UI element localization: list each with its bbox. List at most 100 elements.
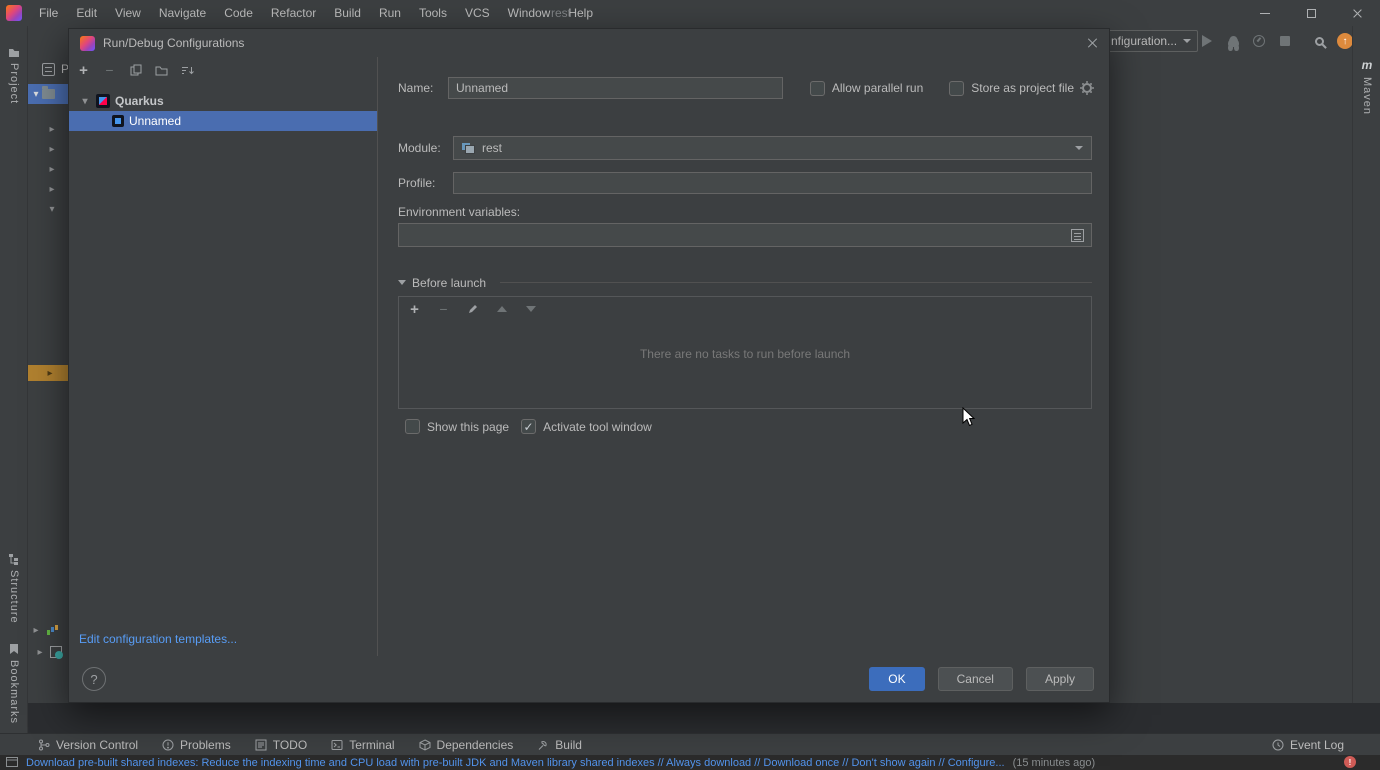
- tree-row[interactable]: ▸: [46, 164, 68, 175]
- menu-run[interactable]: Run: [370, 0, 410, 26]
- sort-icon: [181, 65, 194, 76]
- debug-icon: [1229, 36, 1238, 47]
- tab-todo[interactable]: TODO: [243, 734, 319, 756]
- menu-tools[interactable]: Tools: [410, 0, 456, 26]
- edit-configuration-templates-link[interactable]: Edit configuration templates...: [79, 632, 237, 646]
- activate-tool-window-checkbox[interactable]: Activate tool window: [521, 419, 652, 434]
- project-view-header[interactable]: Pr: [42, 62, 68, 76]
- menu-refactor[interactable]: Refactor: [262, 0, 325, 26]
- project-icon: [8, 46, 20, 58]
- editor-background-strip: [28, 703, 1380, 733]
- run-configuration-combo-label: nfiguration...: [1111, 34, 1177, 48]
- tree-row[interactable]: ▸: [46, 124, 68, 135]
- menu-vcs[interactable]: VCS: [456, 0, 499, 26]
- tab-dependencies[interactable]: Dependencies: [407, 734, 526, 756]
- tab-terminal[interactable]: Terminal: [319, 734, 406, 756]
- minimize-icon: [1260, 13, 1270, 14]
- cancel-button[interactable]: Cancel: [938, 667, 1013, 691]
- tab-label: Version Control: [56, 738, 138, 752]
- page-options-row: Show this page Activate tool window: [398, 419, 1092, 434]
- help-button[interactable]: ?: [82, 667, 106, 691]
- maximize-button[interactable]: [1288, 0, 1334, 26]
- menu-navigate[interactable]: Navigate: [150, 0, 215, 26]
- show-this-page-checkbox[interactable]: Show this page: [405, 419, 509, 434]
- close-icon: [1352, 8, 1363, 19]
- new-folder-button[interactable]: [155, 65, 168, 76]
- minus-icon: −: [105, 63, 113, 77]
- stop-button[interactable]: [1277, 33, 1293, 49]
- status-message-link[interactable]: Download pre-built shared indexes: Reduc…: [26, 757, 1005, 769]
- gear-icon[interactable]: [1082, 83, 1092, 93]
- debug-button[interactable]: [1225, 33, 1241, 49]
- menu-file[interactable]: File: [30, 0, 67, 26]
- sort-configurations-button[interactable]: [181, 65, 194, 76]
- menu-code[interactable]: Code: [215, 0, 262, 26]
- browse-variables-icon[interactable]: [1071, 229, 1084, 242]
- tab-event-log[interactable]: Event Log: [1260, 734, 1356, 756]
- before-launch-label: Before launch: [412, 276, 486, 290]
- search-everywhere-button[interactable]: [1311, 33, 1327, 49]
- apply-button[interactable]: Apply: [1026, 667, 1094, 691]
- tree-group-quarkus[interactable]: ▾ Quarkus: [69, 91, 377, 111]
- menu-build[interactable]: Build: [325, 0, 370, 26]
- profile-input[interactable]: [453, 172, 1092, 194]
- chevron-right-icon: ▸: [34, 647, 46, 658]
- before-launch-tasks-panel: + − There are no tasks to run before lau…: [398, 296, 1092, 409]
- tab-problems[interactable]: Problems: [150, 734, 243, 756]
- add-configuration-button[interactable]: +: [77, 63, 90, 78]
- tree-row[interactable]: ▸: [46, 184, 68, 195]
- update-notification-button[interactable]: [1337, 33, 1353, 49]
- before-launch-header[interactable]: Before launch: [398, 275, 1092, 290]
- bars-icon: [46, 624, 59, 636]
- add-task-button[interactable]: +: [408, 302, 421, 317]
- edit-task-button[interactable]: [466, 303, 479, 315]
- fatal-error-icon[interactable]: [1344, 756, 1356, 768]
- tree-group-label: Quarkus: [115, 94, 164, 108]
- environment-variables-input[interactable]: [406, 228, 1071, 242]
- run-button[interactable]: [1199, 33, 1215, 49]
- move-task-up-button[interactable]: [495, 306, 508, 312]
- terminal-icon: [331, 739, 343, 751]
- tree-row[interactable]: ▸: [28, 624, 68, 636]
- tab-build[interactable]: Build: [525, 734, 594, 756]
- store-as-project-file-checkbox[interactable]: Store as project file: [949, 81, 1074, 96]
- status-message-time: (15 minutes ago): [1013, 757, 1096, 769]
- profiler-button[interactable]: [1251, 33, 1267, 49]
- remove-configuration-button[interactable]: −: [103, 63, 116, 77]
- copy-configuration-button[interactable]: [129, 64, 142, 76]
- event-log-icon: [1272, 739, 1284, 751]
- tree-row[interactable]: ▸: [28, 646, 68, 658]
- structure-stripe-label: Structure: [8, 570, 20, 624]
- run-configuration-combo[interactable]: nfiguration...: [1098, 30, 1198, 52]
- profile-row: Profile:: [398, 172, 1092, 194]
- stop-icon: [1280, 36, 1290, 46]
- move-task-down-button[interactable]: [524, 306, 537, 312]
- project-stripe-label: Project: [8, 63, 20, 104]
- dialog-close-button[interactable]: [1086, 37, 1098, 49]
- status-message-bar: Download pre-built shared indexes: Reduc…: [0, 755, 1380, 770]
- close-window-button[interactable]: [1334, 0, 1380, 26]
- remove-task-button[interactable]: −: [437, 302, 450, 316]
- tree-row-selected[interactable]: ▾: [28, 84, 68, 104]
- tool-window-maven[interactable]: m Maven: [1353, 58, 1380, 115]
- store-as-project-file-label: Store as project file: [971, 81, 1074, 95]
- tool-window-bookmarks[interactable]: Bookmarks: [0, 643, 28, 724]
- tree-row-highlighted[interactable]: ▸: [28, 365, 68, 381]
- tab-version-control[interactable]: Version Control: [26, 734, 150, 756]
- structure-icon: [8, 553, 20, 565]
- allow-parallel-run-checkbox[interactable]: Allow parallel run: [810, 81, 923, 96]
- minimize-button[interactable]: [1242, 0, 1288, 26]
- menu-view[interactable]: View: [106, 0, 150, 26]
- menu-edit[interactable]: Edit: [67, 0, 106, 26]
- name-input[interactable]: [448, 77, 783, 99]
- problems-icon: [162, 739, 174, 751]
- module-dropdown[interactable]: rest: [453, 136, 1092, 160]
- ok-button[interactable]: OK: [869, 667, 924, 691]
- environment-variables-label: Environment variables:: [398, 205, 520, 219]
- tool-window-structure[interactable]: Structure: [0, 553, 28, 624]
- tree-row[interactable]: ▸: [46, 144, 68, 155]
- mouse-cursor: [962, 407, 976, 427]
- tree-row[interactable]: ▾: [46, 204, 68, 215]
- tree-item-unnamed-selected[interactable]: Unnamed: [69, 111, 377, 131]
- tool-window-project[interactable]: Project: [0, 46, 28, 104]
